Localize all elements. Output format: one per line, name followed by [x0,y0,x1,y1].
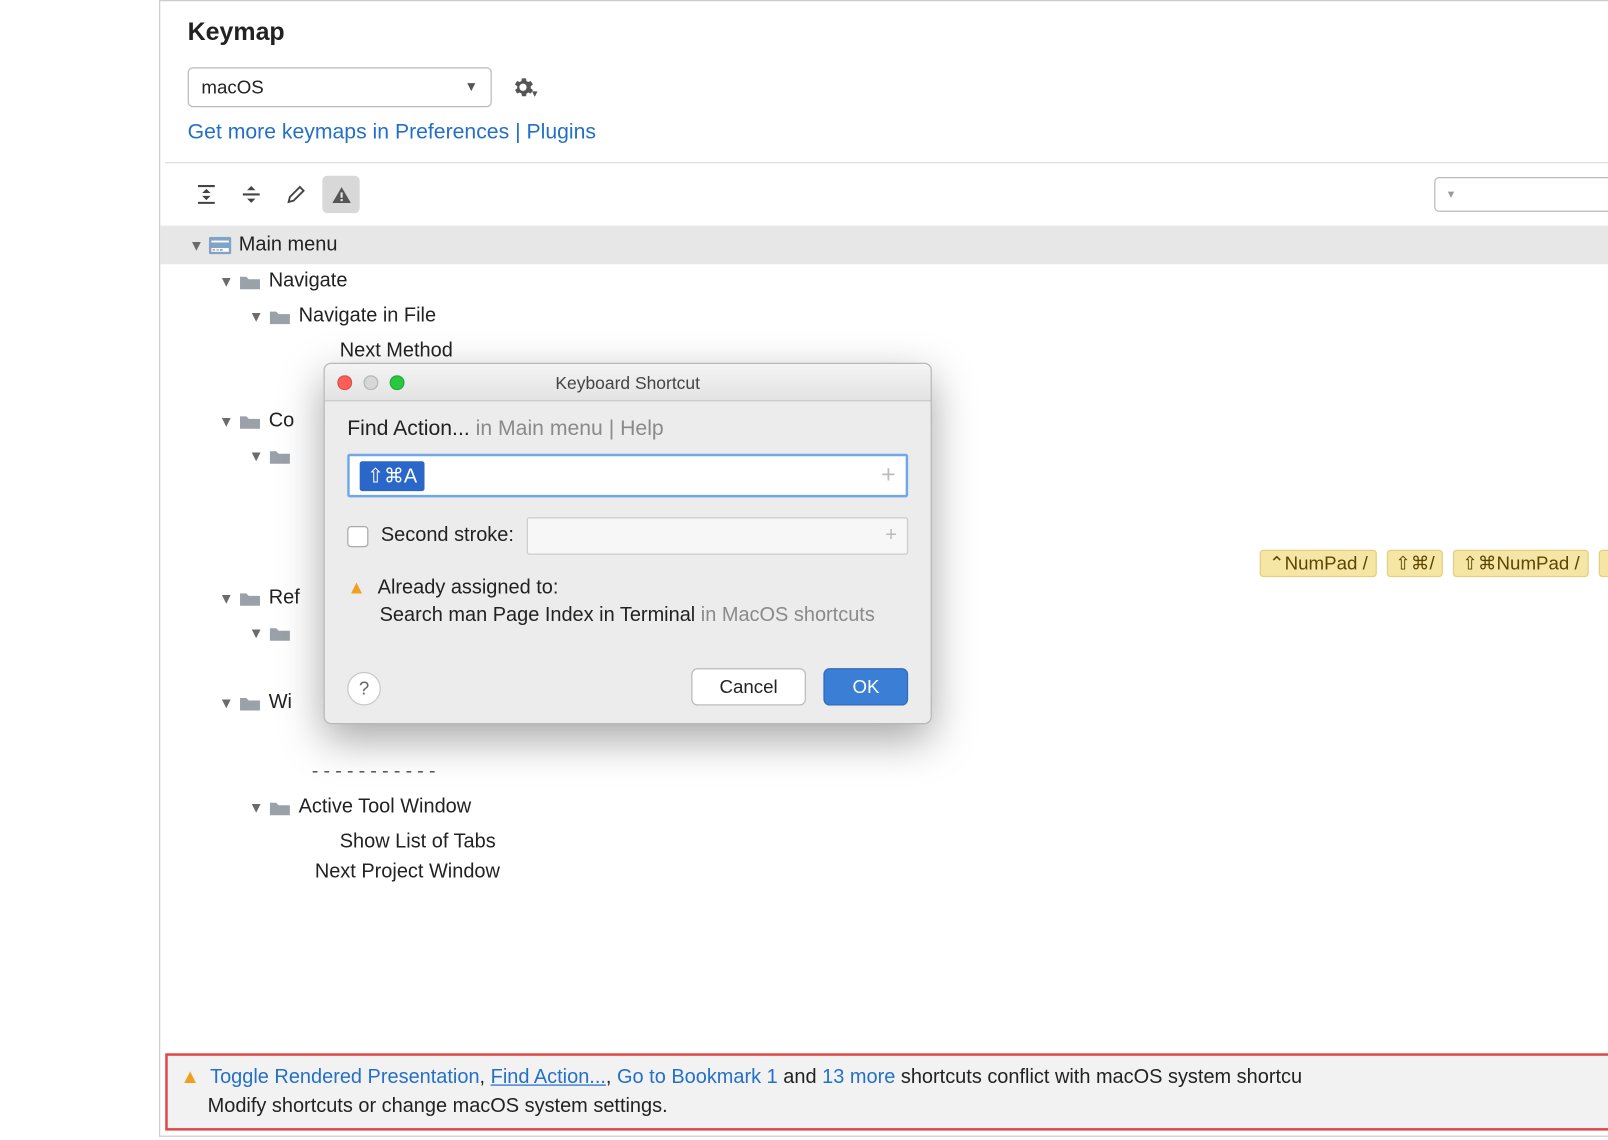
chevron-down-icon: ▼ [248,308,265,325]
tree-item-restore-layout[interactable]: ⇧F12 [160,720,1608,755]
edit-icon[interactable] [277,176,314,213]
tree-item-label: Co [269,410,294,432]
shortcut-value: ⇧⌘A [360,461,425,491]
collapse-all-button[interactable] [233,176,270,213]
tree-item-label: Show List of Tabs [340,831,496,853]
assigned-heading: Already assigned to: [378,577,559,598]
tree-item-navigate-in-file[interactable]: ▼ Navigate in File [160,299,1608,334]
shortcut-chip: ⇧⌘NumPad / [1598,550,1608,577]
assigned-target: Search man Page Index in Terminal [380,605,696,626]
tree-item-active-tool-window[interactable]: ▼ Active Tool Window [160,790,1608,825]
chevron-down-icon: ▼ [188,237,205,254]
tree-item-label: Main menu [239,234,338,256]
folder-icon [269,447,291,464]
warning-icon: ▲ [347,577,366,598]
cancel-button[interactable]: Cancel [691,668,807,705]
search-input[interactable]: ▾ [1434,177,1608,212]
ok-button[interactable]: OK [824,668,908,705]
conflict-notice: ▲ Toggle Rendered Presentation, Find Act… [165,1053,1608,1130]
tree-item-label: Ref [269,587,300,609]
tree-separator: ----------- [160,755,1608,790]
tree-item-label: Next Project Window [315,861,500,883]
second-stroke-input: + [526,517,908,554]
maximize-icon[interactable] [390,375,405,390]
gear-icon[interactable]: ▾ [507,70,542,105]
chevron-down-icon: ▼ [218,413,235,430]
chevron-down-icon: ▼ [248,447,265,464]
tree-item-label: Active Tool Window [299,797,472,819]
chevron-down-icon: ▼ [248,799,265,816]
menu-icon [209,237,231,254]
notice-link[interactable]: 13 more [822,1067,895,1088]
shortcut-chip: ⇧⌘/ [1386,550,1443,577]
search-field[interactable] [1459,183,1608,205]
chevron-down-icon: ▾ [1448,188,1454,202]
tree-root[interactable]: ▼ Main menu [160,227,1608,264]
folder-icon [239,413,261,430]
plus-icon: + [885,525,897,547]
notice-link[interactable]: Toggle Rendered Presentation [210,1067,479,1088]
assigned-context: in MacOS shortcuts [701,605,875,626]
tree-item-label: Navigate [269,270,348,292]
help-button[interactable]: ? [347,672,381,706]
folder-icon [239,590,261,607]
notice-text: Modify shortcuts or change macOS system … [208,1092,1608,1121]
tree-item-label: Wi [269,692,292,714]
shortcut-chip: ⇧⌘NumPad / [1453,550,1588,577]
tree-item-navigate[interactable]: ▼ Navigate [160,264,1608,299]
tree-item-show-tabs[interactable]: Show List of Tabs ⌃↓ [160,825,1608,860]
minimize-icon [363,375,378,390]
chevron-down-icon: ▼ [248,625,265,642]
keyboard-shortcut-dialog: Keyboard Shortcut Find Action... in Main… [324,363,932,724]
warning-icon: ▲ [180,1063,200,1092]
show-conflicts-button[interactable] [322,176,359,213]
plus-icon[interactable]: + [881,461,896,490]
chevron-down-icon: ▼ [218,694,235,711]
keymap-select[interactable]: macOS ▼ [188,67,492,107]
folder-icon [269,625,291,642]
chevron-down-icon: ▼ [465,80,479,95]
keymap-select-value: macOS [201,77,263,98]
second-stroke-label: Second stroke: [381,525,514,547]
action-name: Find Action... [347,416,470,440]
dialog-titlebar[interactable]: Keyboard Shortcut [325,364,931,401]
folder-icon [269,308,291,325]
folder-icon [239,273,261,290]
folder-icon [239,694,261,711]
folder-icon [269,799,291,816]
notice-link[interactable]: Go to Bookmark 1 [617,1067,778,1088]
close-icon[interactable] [337,375,352,390]
breadcrumb-text: in Main menu | Help [476,416,664,440]
expand-all-button[interactable] [188,176,225,213]
chevron-down-icon: ▼ [218,590,235,607]
tree-item-next-project-window[interactable]: Next Project Window ⌥⌘` [160,860,1608,885]
get-more-keymaps-link[interactable]: Get more keymaps in Preferences | Plugin… [160,115,1608,162]
second-stroke-checkbox[interactable] [347,525,368,546]
shortcut-chip: ⌃NumPad / [1260,550,1376,577]
notice-link[interactable]: Find Action... [491,1067,606,1088]
tree-item-label: Navigate in File [299,305,436,327]
first-stroke-input[interactable]: ⇧⌘A + [347,454,908,498]
dialog-title: Keyboard Shortcut [555,372,700,392]
tree-item-label: Next Method [340,340,453,362]
chevron-down-icon: ▼ [218,273,235,290]
page-title: Keymap [160,1,1608,55]
